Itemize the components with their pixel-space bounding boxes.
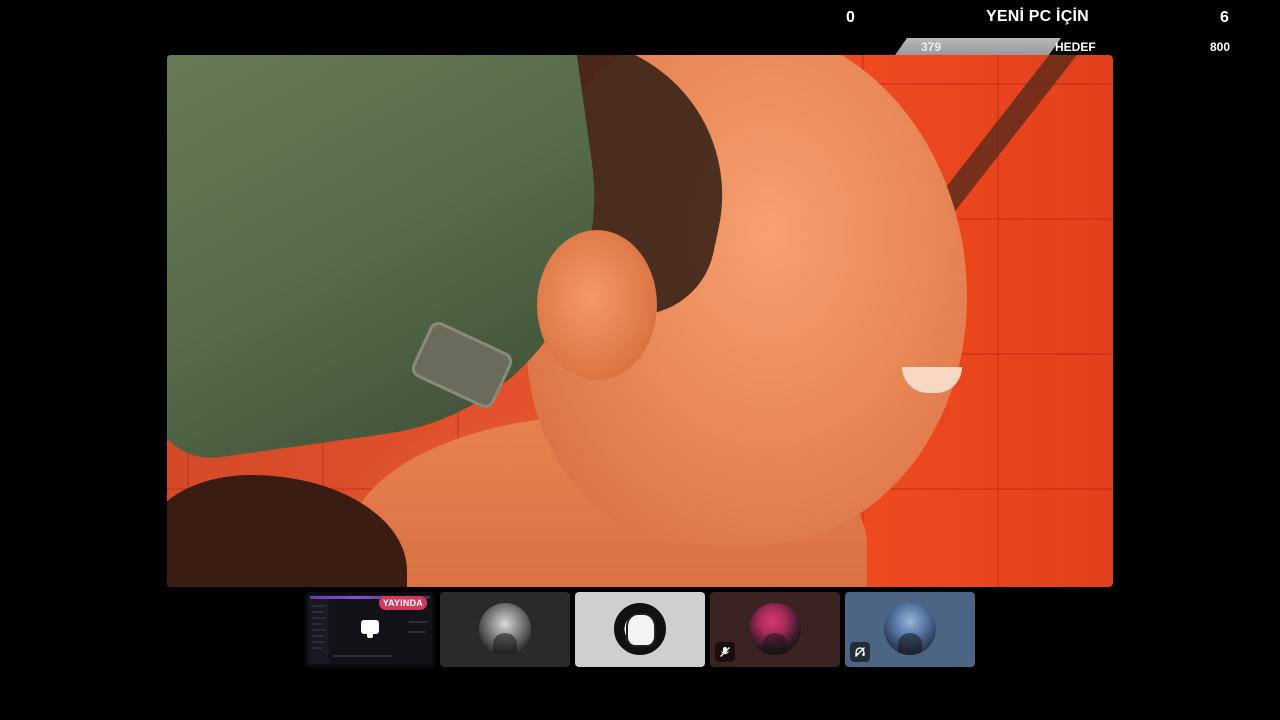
participant-tile-user-3[interactable] bbox=[575, 592, 705, 667]
goal-right-count: 6 bbox=[1220, 9, 1229, 26]
participant-tile-user-5[interactable] bbox=[845, 592, 975, 667]
participants-strip: YAYINDA bbox=[305, 592, 977, 667]
live-badge: YAYINDA bbox=[378, 596, 427, 610]
goal-target-value: 800 bbox=[1210, 40, 1231, 54]
avatar bbox=[749, 603, 801, 655]
participant-tile-screen-share[interactable]: YAYINDA bbox=[305, 592, 435, 667]
participant-tile-user-4[interactable] bbox=[710, 592, 840, 667]
avatar bbox=[884, 603, 936, 655]
avatar bbox=[614, 603, 666, 655]
goal-title: YENİ PC İÇİN bbox=[986, 8, 1089, 25]
video-person-ear bbox=[537, 230, 657, 380]
main-video-stream[interactable] bbox=[167, 55, 1113, 587]
goal-progress-bar: 379 HEDEF 800 bbox=[895, 38, 1245, 55]
goal-left-count: 0 bbox=[846, 9, 855, 26]
goal-current-value: 379 bbox=[921, 40, 942, 54]
monitor-icon bbox=[361, 620, 379, 638]
participant-tile-user-2[interactable] bbox=[440, 592, 570, 667]
avatar bbox=[479, 603, 531, 655]
avatar-sketch bbox=[626, 613, 656, 647]
mic-off-icon bbox=[715, 642, 735, 662]
goal-label: HEDEF bbox=[1055, 40, 1096, 54]
deafened-icon bbox=[850, 642, 870, 662]
goal-progress-fill bbox=[895, 38, 1061, 55]
